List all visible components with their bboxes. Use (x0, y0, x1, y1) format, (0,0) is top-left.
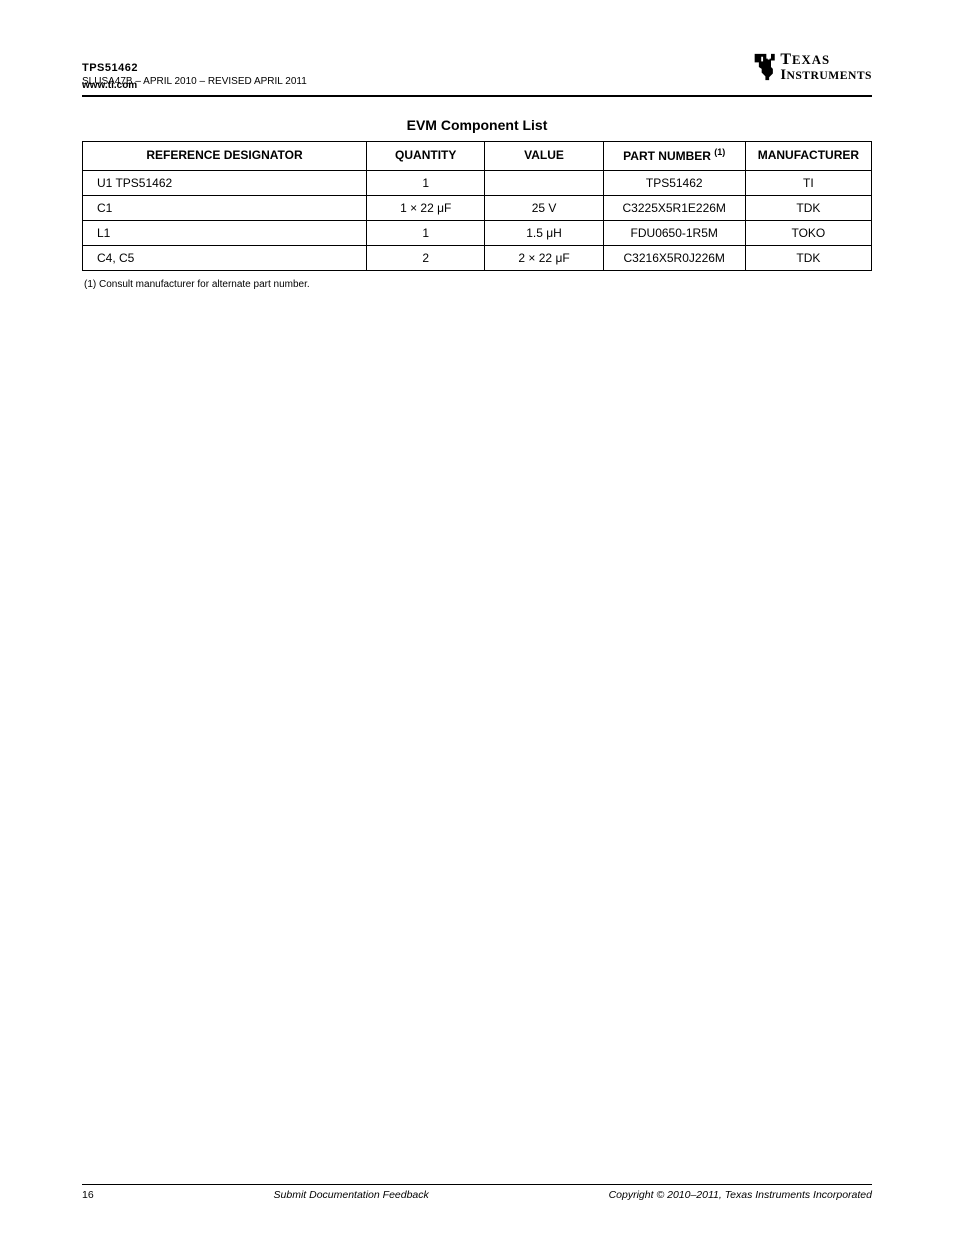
footer-submit-feedback[interactable]: Submit Documentation Feedback (274, 1189, 429, 1201)
col-part-number: PART NUMBER (1) (603, 142, 745, 171)
page-header: TPS51462 SLUSA47B – APRIL 2010 – REVISED… (82, 30, 872, 82)
cell-mfr: TDK (745, 195, 871, 220)
cell-value: 25 V (485, 195, 603, 220)
col-value: VALUE (485, 142, 603, 171)
footer-divider (82, 1184, 872, 1185)
table-row: C4, C5 2 2 × 22 μF C3216X5R0J226M TDK (83, 245, 872, 270)
cell-refdes: C4, C5 (83, 245, 367, 270)
cell-mfr: TOKO (745, 220, 871, 245)
table-row: C1 1 × 22 μF 25 V C3225X5R1E226M TDK (83, 195, 872, 220)
cell-qty: 1 (367, 170, 485, 195)
table-row: L1 1 1.5 μH FDU0650-1R5M TOKO (83, 220, 872, 245)
cell-value (485, 170, 603, 195)
cell-part: C3216X5R0J226M (603, 245, 745, 270)
logo-word-bottom: INSTRUMENTS (780, 68, 872, 83)
table-footnote: (1) Consult manufacturer for alternate p… (82, 279, 872, 290)
doc-id-dates: SLUSA47B – APRIL 2010 – REVISED APRIL 20… (82, 76, 307, 89)
col-manufacturer: MANUFACTURER (745, 142, 871, 171)
table-header-row: REFERENCE DESIGNATOR QUANTITY VALUE PART… (83, 142, 872, 171)
header-divider (82, 95, 872, 97)
cell-mfr: TDK (745, 245, 871, 270)
ti-logo: TEXAS INSTRUMENTS (752, 52, 872, 83)
cell-mfr: TI (745, 170, 871, 195)
ti-mark-icon (752, 53, 776, 81)
cell-qty: 1 (367, 220, 485, 245)
logo-word-top: TEXAS (780, 52, 872, 68)
cell-refdes: U1 TPS51462 (83, 170, 367, 195)
footer-copyright: Copyright © 2010–2011, Texas Instruments… (609, 1189, 872, 1201)
cell-value: 2 × 22 μF (485, 245, 603, 270)
cell-refdes: C1 (83, 195, 367, 220)
col-refdes: REFERENCE DESIGNATOR (83, 142, 367, 171)
part-number: TPS51462 (82, 62, 307, 76)
col-qty: QUANTITY (367, 142, 485, 171)
component-table: REFERENCE DESIGNATOR QUANTITY VALUE PART… (82, 141, 872, 271)
table-title: EVM Component List (82, 117, 872, 133)
cell-part: TPS51462 (603, 170, 745, 195)
cell-part: C3225X5R1E226M (603, 195, 745, 220)
footer-page-number: 16 (82, 1189, 94, 1201)
table-row: U1 TPS51462 1 TPS51462 TI (83, 170, 872, 195)
cell-qty: 1 × 22 μF (367, 195, 485, 220)
cell-qty: 2 (367, 245, 485, 270)
cell-refdes: L1 (83, 220, 367, 245)
cell-value: 1.5 μH (485, 220, 603, 245)
cell-part: FDU0650-1R5M (603, 220, 745, 245)
header-left-block: TPS51462 SLUSA47B – APRIL 2010 – REVISED… (82, 62, 307, 88)
page-footer: 16 Submit Documentation Feedback Copyrig… (82, 1176, 872, 1201)
